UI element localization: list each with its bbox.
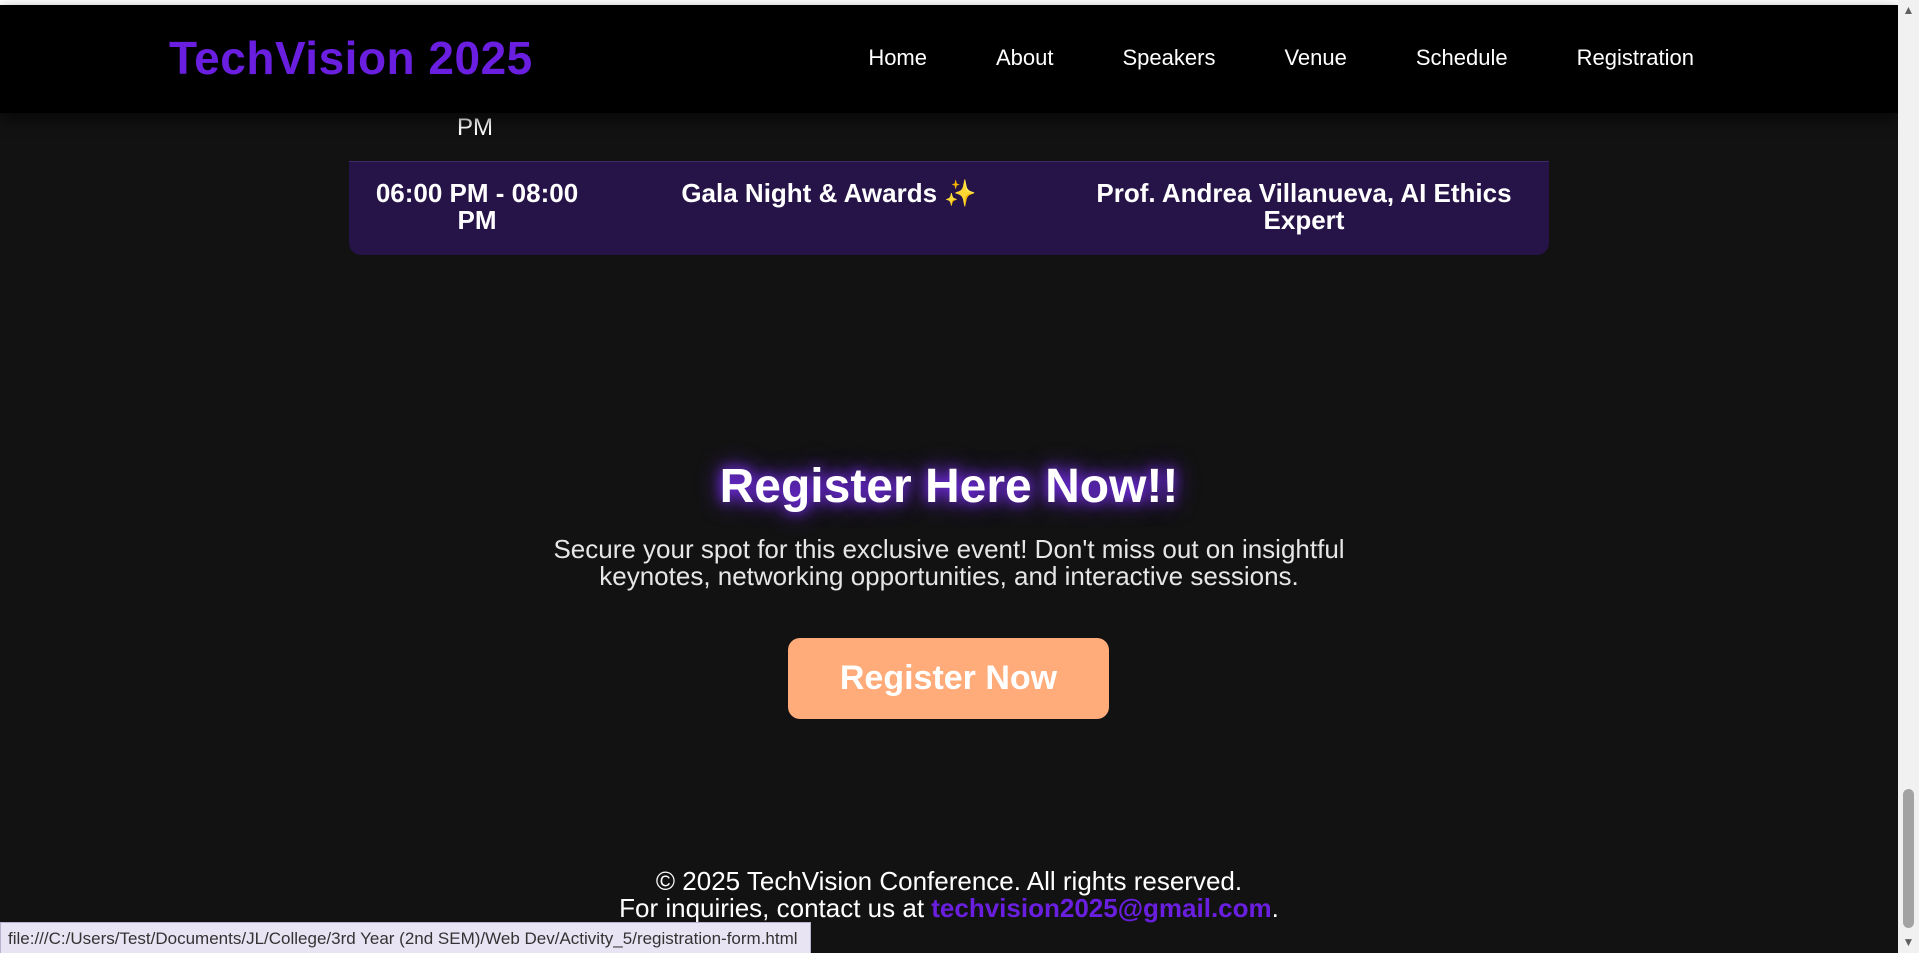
- nav-link-about[interactable]: About: [996, 45, 1054, 71]
- nav-link-schedule[interactable]: Schedule: [1416, 45, 1508, 71]
- schedule-time: 06:00 PM - 08:00 PM: [375, 178, 579, 235]
- footer-contact: For inquiries, contact us at techvision2…: [0, 895, 1898, 922]
- footer-contact-suffix: .: [1271, 893, 1279, 923]
- triangle-up-icon[interactable]: ▲: [1898, 0, 1919, 21]
- schedule-speaker: Prof. Andrea Villanueva, AI Ethics Exper…: [1096, 178, 1512, 235]
- schedule-row: 06:00 PM - 08:00 PM Gala Night & Awards …: [349, 161, 1549, 255]
- schedule-partial-time: PM: [457, 114, 493, 141]
- register-heading: Register Here Now!!: [719, 460, 1179, 513]
- schedule-event: Gala Night & Awards ✨: [681, 178, 977, 208]
- nav-link-home[interactable]: Home: [868, 45, 927, 71]
- footer-copyright: © 2025 TechVision Conference. All rights…: [655, 866, 1243, 896]
- page-viewport: TechVision 2025 Home About Speakers Venu…: [0, 0, 1898, 953]
- register-now-button[interactable]: Register Now: [788, 638, 1109, 719]
- navbar: TechVision 2025 Home About Speakers Venu…: [0, 5, 1898, 113]
- nav-links: Home About Speakers Venue Schedule Regis…: [799, 45, 1694, 71]
- scroll-thumb[interactable]: [1903, 789, 1914, 928]
- vertical-scrollbar[interactable]: ▲ ▼: [1898, 0, 1919, 953]
- triangle-down-icon[interactable]: ▼: [1898, 932, 1919, 953]
- register-description: Secure your spot for this exclusive even…: [553, 534, 1345, 591]
- footer-contact-prefix: For inquiries, contact us at: [619, 893, 932, 923]
- status-bar-url: file:///C:/Users/Test/Documents/JL/Colle…: [0, 922, 811, 953]
- nav-link-venue[interactable]: Venue: [1284, 45, 1346, 71]
- footer: © 2025 TechVision Conference. All rights…: [0, 868, 1898, 922]
- contact-email-link[interactable]: techvision2025@gmail.com: [931, 893, 1271, 923]
- nav-link-registration[interactable]: Registration: [1577, 45, 1694, 71]
- nav-link-speakers[interactable]: Speakers: [1123, 45, 1216, 71]
- brand-logo[interactable]: TechVision 2025: [169, 31, 533, 85]
